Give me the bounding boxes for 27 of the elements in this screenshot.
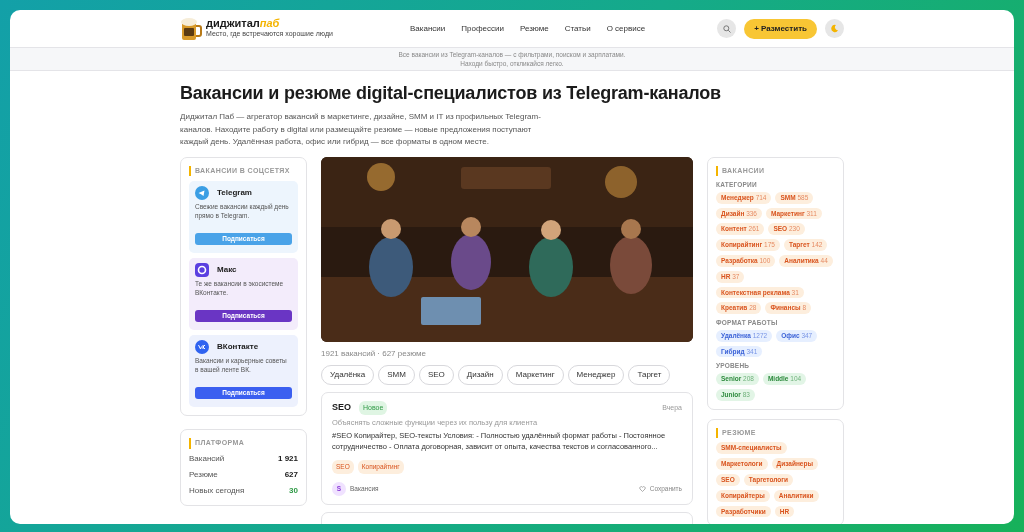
brand-name[interactable]: диджиталпаб (206, 17, 333, 29)
stat-value: 30 (289, 484, 298, 497)
filter-chip[interactable]: Маркетинг (506, 364, 564, 385)
nav-link[interactable]: Вакансии (410, 23, 446, 34)
filter-chip[interactable]: Удалёнка (321, 364, 375, 385)
nav-link[interactable]: О сервисе (606, 23, 646, 34)
post-button[interactable]: + Разместить (744, 18, 817, 39)
filter-chip[interactable]: Менеджер (567, 364, 625, 385)
stat-value: 627 (284, 468, 298, 481)
filter-chip[interactable]: Дизайн (457, 364, 503, 385)
stat-label: Новых сегодня (189, 484, 245, 497)
channel-name: Макс (217, 264, 237, 276)
page-title: Вакансии и резюме digital-специалистов из Telegram-каналов (180, 82, 722, 105)
stat-label: Резюме (189, 468, 218, 481)
stat-label: Вакансий (189, 452, 225, 465)
filter-chip[interactable]: SEO (418, 364, 454, 385)
intro-text: Диджитал Паб — агрегатор вакансий в маркетинге, дизайне, SMM и IT из профильных Telegram-каналов. Находите работу в digital или размещайте резюме — новые предложения поступают каждый день. Удалённая работа, офис или гибрид — все форматы в одном месте. (180, 111, 542, 148)
channel-name: ВКонтакте (217, 341, 259, 353)
filter-chip[interactable]: SMM (378, 364, 415, 385)
nav-link[interactable]: Статьи (564, 23, 591, 34)
nav-link[interactable]: Резюме (519, 23, 549, 34)
stats-summary: 1921 вакансий · 627 резюме (321, 347, 428, 360)
nav-link[interactable]: Профессии (461, 23, 504, 34)
filter-chip[interactable]: Таргет (628, 364, 671, 385)
job-title: SEO (332, 401, 351, 414)
stat-value: 1 921 (277, 452, 298, 465)
channel-name: Telegram (217, 187, 252, 199)
